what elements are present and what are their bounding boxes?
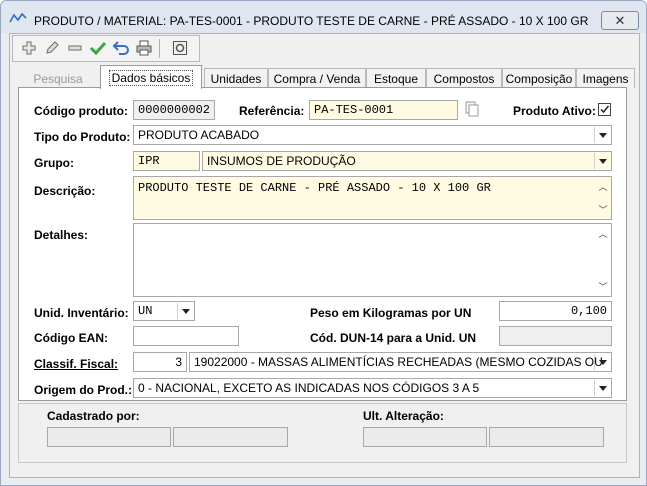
audit-group: Cadastrado por: Ult. Alteração: (18, 403, 627, 463)
ean-field[interactable] (133, 326, 239, 346)
classif-num-field[interactable]: 3 (133, 352, 187, 372)
undo-button[interactable] (111, 38, 131, 58)
referencia-label: Referência: (239, 104, 305, 118)
detalhes-textarea[interactable]: ︿ ﹀ (133, 223, 612, 297)
unid-select[interactable]: UN (133, 301, 195, 321)
remove-button[interactable] (65, 38, 85, 58)
edit-pencil-icon (46, 41, 59, 54)
origem-label: Origem do Prod.: (34, 383, 133, 397)
dados-basicos-panel: Código produto: 0000000002 Referência: P… (18, 87, 627, 401)
grupo-select[interactable]: INSUMOS DE PRODUÇÃO (202, 151, 612, 171)
ativo-label: Produto Ativo: (513, 104, 596, 118)
close-button[interactable]: ✕ (601, 11, 639, 30)
tab-compra-venda[interactable]: Compra / Venda (268, 68, 366, 88)
unid-label: Unid. Inventário: (34, 306, 129, 320)
referencia-field[interactable]: PA-TES-0001 (309, 100, 458, 120)
cadastrado-label: Cadastrado por: (47, 409, 140, 423)
chevron-down-icon (177, 303, 193, 319)
copy-reference-button[interactable] (462, 99, 482, 119)
ean-label: Código EAN: (34, 331, 108, 345)
origem-select[interactable]: 0 - NACIONAL, EXCETO AS INDICADAS NOS CÓ… (133, 378, 612, 398)
scroll-down-icon[interactable]: ﹀ (597, 203, 609, 216)
checkmark-icon (600, 105, 610, 114)
chevron-down-icon (594, 127, 610, 143)
confirm-button[interactable] (88, 38, 108, 58)
undo-icon (112, 41, 129, 55)
product-window: PRODUTO / MATERIAL: PA-TES-0001 - PRODUT… (0, 0, 647, 486)
tab-dados-basicos-label: Dados básicos (108, 69, 194, 86)
chevron-down-icon (594, 153, 610, 169)
exit-button[interactable] (170, 38, 190, 58)
classif-value: 19022000 - MASSAS ALIMENTÍCIAS RECHEADAS… (194, 355, 603, 369)
chevron-down-icon (594, 354, 610, 370)
classif-select[interactable]: 19022000 - MASSAS ALIMENTÍCIAS RECHEADAS… (189, 352, 612, 372)
client-area: Pesquisa Dados básicos Unidades Compra /… (9, 33, 640, 478)
cadastrado-user-field (47, 427, 171, 447)
add-button[interactable] (19, 38, 39, 58)
peso-field[interactable]: 0,100 (499, 301, 612, 321)
toolbar-separator (159, 39, 160, 58)
dun-field (499, 326, 612, 346)
print-button[interactable] (134, 38, 154, 58)
exit-icon (173, 41, 187, 55)
scroll-down-icon[interactable]: ﹀ (597, 280, 609, 293)
origem-value: 0 - NACIONAL, EXCETO AS INDICADAS NOS CÓ… (138, 381, 480, 395)
app-chart-icon (9, 12, 27, 23)
alteracao-label: Ult. Alteração: (363, 409, 444, 423)
confirm-check-icon (89, 41, 107, 56)
tipo-label: Tipo do Produto: (34, 130, 131, 144)
scroll-up-icon[interactable]: ︿ (597, 227, 609, 240)
codigo-label: Código produto: (34, 104, 128, 118)
classif-label-link[interactable]: Classif. Fiscal: (34, 357, 118, 371)
tab-unidades[interactable]: Unidades (204, 68, 268, 88)
title-bar: PRODUTO / MATERIAL: PA-TES-0001 - PRODUT… (1, 1, 646, 33)
tab-estoque[interactable]: Estoque (366, 68, 426, 88)
tab-composicao[interactable]: Composição (502, 68, 576, 88)
codigo-field: 0000000002 (133, 100, 215, 120)
tipo-value: PRODUTO ACABADO (138, 128, 260, 142)
grupo-label: Grupo: (34, 156, 74, 170)
grupo-value: INSUMOS DE PRODUÇÃO (207, 154, 356, 168)
chevron-down-icon (594, 380, 610, 396)
dun-label: Cód. DUN-14 para a Unid. UN (310, 331, 477, 345)
tab-imagens[interactable]: Imagens (576, 68, 635, 88)
alteracao-user-field (363, 427, 487, 447)
grupo-code-field[interactable]: IPR (133, 151, 200, 171)
remove-minus-icon (68, 45, 82, 51)
tipo-select[interactable]: PRODUTO ACABADO (133, 125, 612, 145)
toolbar (12, 35, 200, 62)
unid-value: UN (138, 304, 153, 318)
tab-dados-basicos[interactable]: Dados básicos (100, 65, 202, 89)
descricao-textarea[interactable]: PRODUTO TESTE DE CARNE - PRÉ ASSADO - 10… (133, 176, 612, 220)
tab-strip: Pesquisa Dados básicos Unidades Compra /… (18, 65, 635, 89)
window-title: PRODUTO / MATERIAL: PA-TES-0001 - PRODUT… (34, 14, 589, 28)
peso-label: Peso em Kilogramas por UN (310, 306, 472, 320)
tab-pesquisa: Pesquisa (33, 71, 83, 86)
detalhes-label: Detalhes: (34, 228, 89, 242)
tab-compostos[interactable]: Compostos (426, 68, 502, 88)
ativo-checkbox[interactable] (598, 103, 611, 116)
cadastrado-date-field (173, 427, 288, 447)
descricao-value: PRODUTO TESTE DE CARNE - PRÉ ASSADO - 10… (138, 181, 491, 195)
print-icon (136, 40, 152, 56)
scroll-up-icon[interactable]: ︿ (597, 180, 609, 193)
descricao-label: Descrição: (34, 184, 96, 198)
edit-button[interactable] (42, 38, 62, 58)
add-icon (22, 41, 36, 55)
copy-icon (465, 101, 479, 117)
alteracao-date-field (489, 427, 604, 447)
